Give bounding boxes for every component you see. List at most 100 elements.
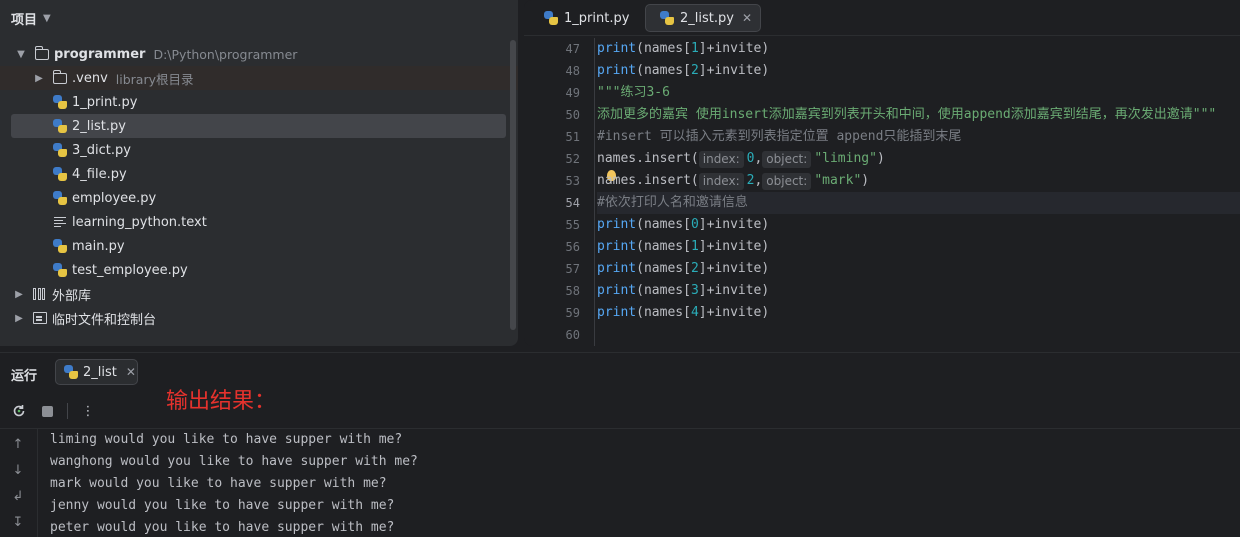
chevron-down-icon[interactable]: ▼ <box>14 49 28 60</box>
venv-hint: library根目录 <box>115 71 194 87</box>
scratches-label: 临时文件和控制台 <box>52 312 157 328</box>
code-text: ) <box>861 173 870 188</box>
python-file-icon <box>52 239 68 253</box>
python-file-icon <box>52 167 68 181</box>
rerun-icon[interactable] <box>11 403 27 419</box>
text-file-icon <box>52 215 68 229</box>
code-text: , <box>754 151 763 166</box>
code-text: (names[ <box>636 217 691 232</box>
code-fn: print <box>597 283 637 298</box>
code-text: names.insert( <box>597 173 699 188</box>
project-panel-header[interactable]: 项目 ▼ <box>0 0 518 36</box>
code-text: , <box>754 173 763 188</box>
line-number: 53 <box>565 174 580 188</box>
line-number: 49 <box>565 86 580 100</box>
tree-item-file[interactable]: 4_file.py <box>0 162 518 186</box>
folder-icon <box>34 45 50 61</box>
toolbar-separator <box>67 403 68 419</box>
code-line-47[interactable]: print (names[1]+invite) <box>597 38 1240 60</box>
project-panel-title: 项目 <box>11 12 38 28</box>
code-number: 2 <box>690 261 699 276</box>
code-line-49[interactable]: """练习3-6 <box>597 82 1240 104</box>
tab-2-list[interactable]: 2_list.py ✕ <box>645 4 762 32</box>
file-name: learning_python.text <box>72 214 207 230</box>
close-icon[interactable]: ✕ <box>742 11 752 25</box>
code-area[interactable]: print (names[1]+invite) print (names[2]+in… <box>597 38 1240 346</box>
chevron-down-icon[interactable]: ▼ <box>43 13 51 24</box>
output-line: liming would you like to have supper wit… <box>50 432 403 447</box>
project-panel: 项目 ▼ ▼ programmer D:\Python\programmer ▶… <box>0 0 518 346</box>
tree-item-file[interactable]: learning_python.text <box>0 210 518 234</box>
run-side-toolbar: ↑ ↓ ↲ ↧ <box>0 429 38 537</box>
code-line-55[interactable]: print (names[0]+invite) <box>597 214 1240 236</box>
code-fn: print <box>597 63 637 78</box>
run-tab[interactable]: 2_list ✕ <box>55 359 138 385</box>
line-number: 48 <box>565 64 580 78</box>
code-text: (names[ <box>636 63 691 78</box>
code-number: 2 <box>746 173 755 188</box>
line-number-gutter: 47 48 49 50 51 52 53 54 55 56 57 58 59 6… <box>524 38 594 346</box>
code-line-59[interactable]: print (names[4]+invite) <box>597 302 1240 324</box>
tree-item-file[interactable]: employee.py <box>0 186 518 210</box>
tree-item-file[interactable]: 3_dict.py <box>0 138 518 162</box>
code-number: 1 <box>690 239 699 254</box>
chevron-right-icon[interactable]: ▶ <box>12 289 26 300</box>
tree-item-file[interactable]: main.py <box>0 234 518 258</box>
run-toolbar: ⋮ <box>0 397 1240 425</box>
code-number: 4 <box>690 305 699 320</box>
tab-1-print[interactable]: 1_print.py <box>530 4 637 32</box>
param-hint-object: object: <box>762 172 812 190</box>
code-text: ]+invite) <box>698 283 770 298</box>
file-name: test_employee.py <box>72 262 188 278</box>
code-fn: print <box>597 261 637 276</box>
tree-item-scratches[interactable]: ▶ 临时文件和控制台 <box>0 306 518 330</box>
arrow-up-icon[interactable]: ↑ <box>10 437 26 452</box>
tree-item-venv[interactable]: ▶ .venv library根目录 <box>0 66 518 90</box>
tree-root-programmer[interactable]: ▼ programmer D:\Python\programmer <box>0 42 518 66</box>
stop-icon[interactable] <box>39 403 55 419</box>
output-line: peter would you like to have supper with… <box>50 520 395 535</box>
code-text: ]+invite) <box>698 41 770 56</box>
tree-item-file-selected[interactable]: 2_list.py <box>11 114 506 138</box>
code-line-57[interactable]: print (names[2]+invite) <box>597 258 1240 280</box>
external-libs-label: 外部库 <box>52 288 92 304</box>
console-output[interactable]: liming would you like to have supper wit… <box>50 429 418 537</box>
code-editor[interactable]: 1_print.py 2_list.py ✕ 47 48 49 50 51 52… <box>524 0 1240 346</box>
tab-label: 2_list.py <box>680 10 734 26</box>
tree-item-file[interactable]: test_employee.py <box>0 258 518 282</box>
close-icon[interactable]: ✕ <box>126 365 136 379</box>
param-hint-index: index: <box>698 150 744 168</box>
library-icon <box>32 287 48 301</box>
python-file-icon <box>52 263 68 277</box>
chevron-right-icon[interactable]: ▶ <box>12 313 26 324</box>
code-text: (names[ <box>636 239 691 254</box>
arrow-down-icon[interactable]: ↓ <box>10 463 26 478</box>
code-number: 1 <box>690 41 699 56</box>
chevron-right-icon[interactable]: ▶ <box>32 73 46 84</box>
code-line-50[interactable]: 添加更多的嘉宾 使用insert添加嘉宾到列表开头和中间，使用append添加嘉… <box>597 104 1240 126</box>
venv-name: .venv <box>72 70 108 86</box>
code-fn: print <box>597 217 637 232</box>
code-text: ) <box>876 151 885 166</box>
project-panel-scrollbar[interactable] <box>510 40 516 330</box>
run-tab-label: 2_list <box>83 364 117 380</box>
code-line-52[interactable]: names.insert(index: 0, object: "liming") <box>597 148 1240 170</box>
code-line-58[interactable]: print (names[3]+invite) <box>597 280 1240 302</box>
soft-wrap-icon[interactable]: ↲ <box>10 489 26 504</box>
python-file-icon <box>544 11 558 25</box>
scroll-to-end-icon[interactable]: ↧ <box>10 515 26 530</box>
tree-item-external-libs[interactable]: ▶ 外部库 <box>0 282 518 306</box>
code-text: ]+invite) <box>698 217 770 232</box>
code-line-51[interactable]: #insert 可以插入元素到列表指定位置 append只能插到末尾 <box>597 126 1240 148</box>
gutter-divider <box>594 38 595 346</box>
line-number: 50 <box>565 108 580 122</box>
code-line-56[interactable]: print (names[1]+invite) <box>597 236 1240 258</box>
code-line-48[interactable]: print (names[2]+invite) <box>597 60 1240 82</box>
code-line-53[interactable]: names.insert(index: 2, object: "mark") <box>597 170 1240 192</box>
more-options-icon[interactable]: ⋮ <box>80 403 96 419</box>
code-text: ]+invite) <box>698 261 770 276</box>
code-line-60[interactable] <box>597 324 1240 346</box>
root-folder-name: programmer <box>54 46 146 62</box>
code-line-54-current[interactable]: #依次打印人名和邀请信息 <box>597 192 1240 214</box>
tree-item-file[interactable]: 1_print.py <box>0 90 518 114</box>
